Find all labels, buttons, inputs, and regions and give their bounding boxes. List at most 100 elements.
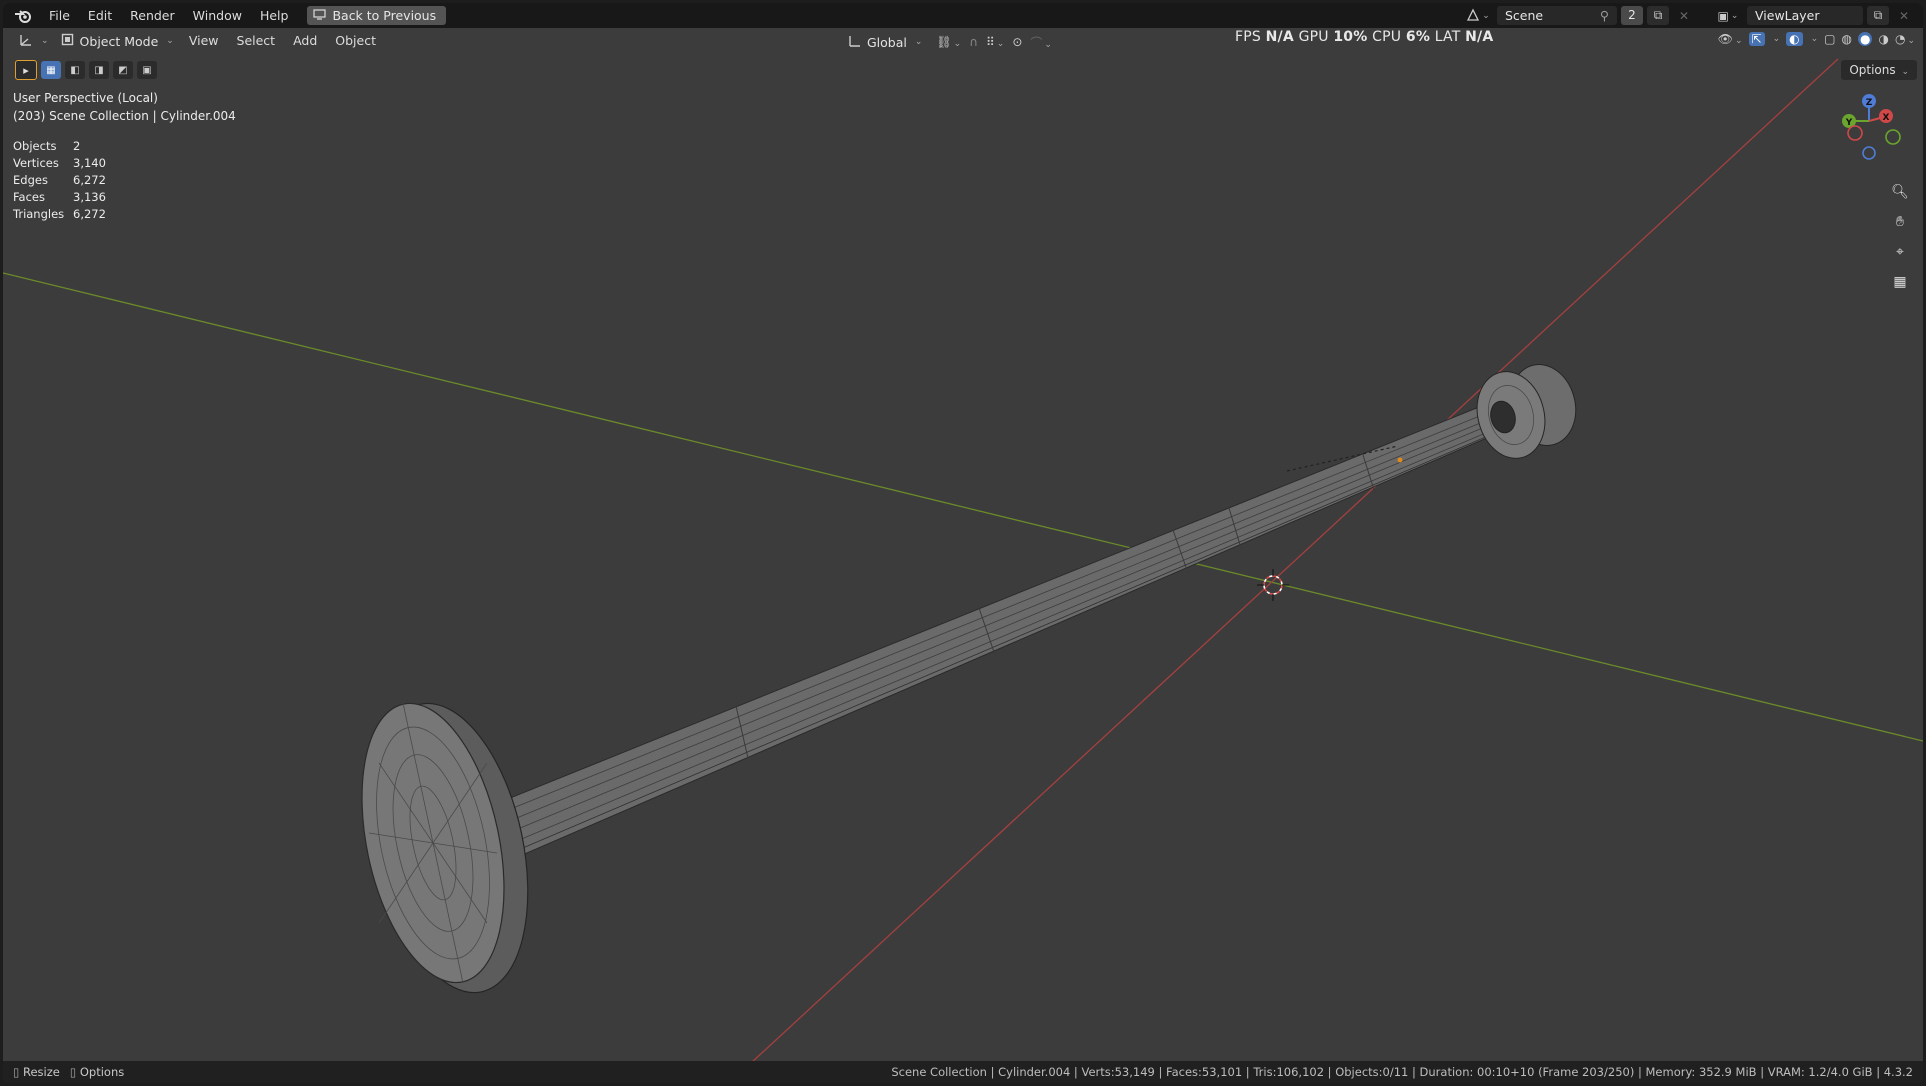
header-view-menu[interactable]: View	[180, 28, 228, 54]
status-info: Scene Collection | Cylinder.004 | Verts:…	[891, 1065, 1913, 1079]
navigation-gizmo[interactable]: Z X Y	[1827, 91, 1907, 171]
x-axis-line	[750, 58, 1839, 1064]
ortho-toggle-button[interactable]: ▦	[1889, 271, 1911, 293]
object-mode-label: Object Mode	[79, 33, 159, 49]
new-viewlayer-button[interactable]: ⧉	[1867, 6, 1889, 25]
scene-icon-dropdown[interactable]: ⌄	[1463, 6, 1493, 25]
scene-name-field[interactable]: Scene ⚲	[1497, 6, 1617, 25]
stat-label: Vertices	[13, 156, 59, 170]
viewport-info-overlay: User Perspective (Local) (203) Scene Col…	[13, 89, 236, 125]
status-resize-label: Resize	[23, 1065, 60, 1079]
stat-row: Objects 2	[13, 138, 106, 155]
status-options-label: Options	[79, 1065, 125, 1079]
xray-icon[interactable]: ▢	[1824, 32, 1835, 46]
hand-icon: ✋︎	[1896, 214, 1904, 230]
stat-value: 2	[73, 139, 81, 153]
snap-target-icon[interactable]: ⠿ ⌄	[986, 35, 1004, 49]
select-extend-button[interactable]: ◧	[65, 61, 85, 79]
rendered-shading-icon[interactable]: ◔ ⌄	[1895, 32, 1915, 46]
header-select-menu[interactable]: Select	[228, 28, 285, 54]
new-scene-button[interactable]: ⧉	[1647, 6, 1669, 25]
pin-icon[interactable]: ⚲	[1600, 6, 1609, 25]
menu-window[interactable]: Window	[184, 3, 251, 28]
pan-button[interactable]: ✋︎	[1889, 211, 1911, 233]
header-add-menu[interactable]: Add	[284, 28, 326, 54]
stat-value: 6,272	[73, 173, 106, 187]
gizmo-neg-y[interactable]	[1885, 129, 1901, 145]
proportional-edit-icon[interactable]: ⊙	[1012, 35, 1022, 49]
blender-logo-icon[interactable]	[12, 5, 34, 27]
magnifier-icon: 🔍︎	[1891, 184, 1909, 200]
camera-icon: ⌖	[1896, 244, 1904, 260]
menu-help[interactable]: Help	[251, 3, 298, 28]
visibility-icon[interactable]: 👁 ⌄	[1718, 32, 1743, 46]
viewlayer-selector: ▣ ⌄ ViewLayer ⧉ ✕	[1713, 6, 1915, 25]
stat-value: 3,140	[73, 156, 106, 170]
gizmo-neg-z[interactable]	[1862, 146, 1876, 160]
back-to-previous-button[interactable]: Back to Previous	[307, 6, 447, 25]
menu-file[interactable]: File	[40, 3, 79, 28]
lat-label: LAT	[1434, 29, 1461, 45]
select-new-button[interactable]: ▦	[41, 61, 61, 79]
tweak-tool-button[interactable]: ▸	[15, 60, 37, 80]
material-shading-icon[interactable]: ◑	[1878, 32, 1888, 46]
viewlayer-icon: ▣	[1717, 8, 1729, 23]
gizmo-neg-x[interactable]	[1847, 125, 1863, 141]
menu-edit[interactable]: Edit	[79, 3, 121, 28]
camera-view-button[interactable]: ⌖	[1889, 241, 1911, 263]
stat-row: Edges 6,272	[13, 172, 106, 189]
delete-viewlayer-button[interactable]: ✕	[1893, 6, 1915, 25]
viewport-nav-buttons: 🔍︎ ✋︎ ⌖ ▦	[1889, 181, 1911, 293]
delete-scene-button[interactable]: ✕	[1673, 6, 1695, 25]
wireframe-shading-icon[interactable]: ◍	[1842, 32, 1852, 46]
select-invert-icon: ◩	[118, 64, 128, 76]
viewport-display-tools: 👁 ⌄ ⇱ ⌄ ◐ ⌄ ▢ ◍ ● ◑ ◔ ⌄	[1717, 32, 1915, 46]
viewport-canvas[interactable]	[3, 3, 1923, 1083]
gizmo-toggle-icon[interactable]: ⇱	[1748, 32, 1765, 46]
scene-name: Scene	[1505, 8, 1544, 23]
close-icon: ✕	[1678, 8, 1690, 23]
cpu-value: 6%	[1405, 29, 1431, 45]
select-subtract-button[interactable]: ◨	[89, 61, 109, 79]
scene-user-count[interactable]: 2	[1621, 6, 1643, 25]
zoom-button[interactable]: 🔍︎	[1889, 181, 1911, 203]
select-extend-icon: ◧	[70, 64, 80, 76]
falloff-icon[interactable]: ⌒ ⌄	[1030, 34, 1052, 51]
disc-small[interactable]	[1468, 357, 1585, 466]
orientation-icon	[847, 34, 861, 51]
selection-mode-tools: ▸ ▦ ◧ ◨ ◩ ▣	[15, 60, 157, 80]
stat-row: Faces 3,136	[13, 189, 106, 206]
orientation-dropdown[interactable]: Global ⌄	[841, 32, 928, 52]
overlay-toggle-icon[interactable]: ◐	[1786, 32, 1803, 46]
editor-type-button[interactable]: ⌄	[13, 31, 55, 51]
select-invert-button[interactable]: ◩	[113, 61, 133, 79]
solid-shading-icon[interactable]: ●	[1858, 32, 1873, 46]
blender-window: File Edit Render Window Help Back to Pre…	[3, 3, 1923, 1083]
pivot-point-icon[interactable]: ⛓ ⌄	[936, 35, 961, 49]
snap-magnet-icon[interactable]: ∩	[969, 35, 978, 49]
options-dropdown[interactable]: Options ⌄	[1841, 60, 1917, 80]
gpu-value: 10%	[1333, 29, 1368, 45]
3d-cursor[interactable]	[1257, 569, 1289, 601]
mouse-right-icon: ▯	[69, 1065, 77, 1079]
viewlayer-name-field[interactable]: ViewLayer	[1747, 6, 1863, 25]
stat-label: Triangles	[13, 207, 65, 221]
back-to-previous-label: Back to Previous	[332, 8, 437, 23]
scene-selector: ⌄ Scene ⚲ 2 ⧉ ✕	[1463, 6, 1695, 25]
stat-value: 6,272	[73, 207, 106, 221]
object-mode-dropdown[interactable]: Object Mode ⌄	[55, 31, 180, 51]
select-intersect-button[interactable]: ▣	[137, 61, 157, 79]
options-label: Options	[1849, 63, 1896, 77]
status-options: ▯ Options	[70, 1065, 124, 1079]
object-origin	[1397, 457, 1403, 463]
performance-readout: FPS N/A GPU 10% CPU 6% LAT N/A	[1235, 29, 1493, 45]
stat-value: 3,136	[73, 190, 106, 204]
header-object-menu[interactable]: Object	[326, 28, 385, 54]
gpu-label: GPU	[1298, 29, 1329, 45]
scene-statistics: Objects 2 Vertices 3,140 Edges 6,272 Faces 3…	[13, 138, 106, 223]
status-resize: ▯ Resize	[13, 1065, 60, 1079]
disc-large[interactable]	[339, 689, 552, 1007]
viewlayer-icon-dropdown[interactable]: ▣ ⌄	[1713, 6, 1743, 25]
cylinder-shaft[interactable]	[477, 402, 1504, 866]
menu-render[interactable]: Render	[121, 3, 184, 28]
